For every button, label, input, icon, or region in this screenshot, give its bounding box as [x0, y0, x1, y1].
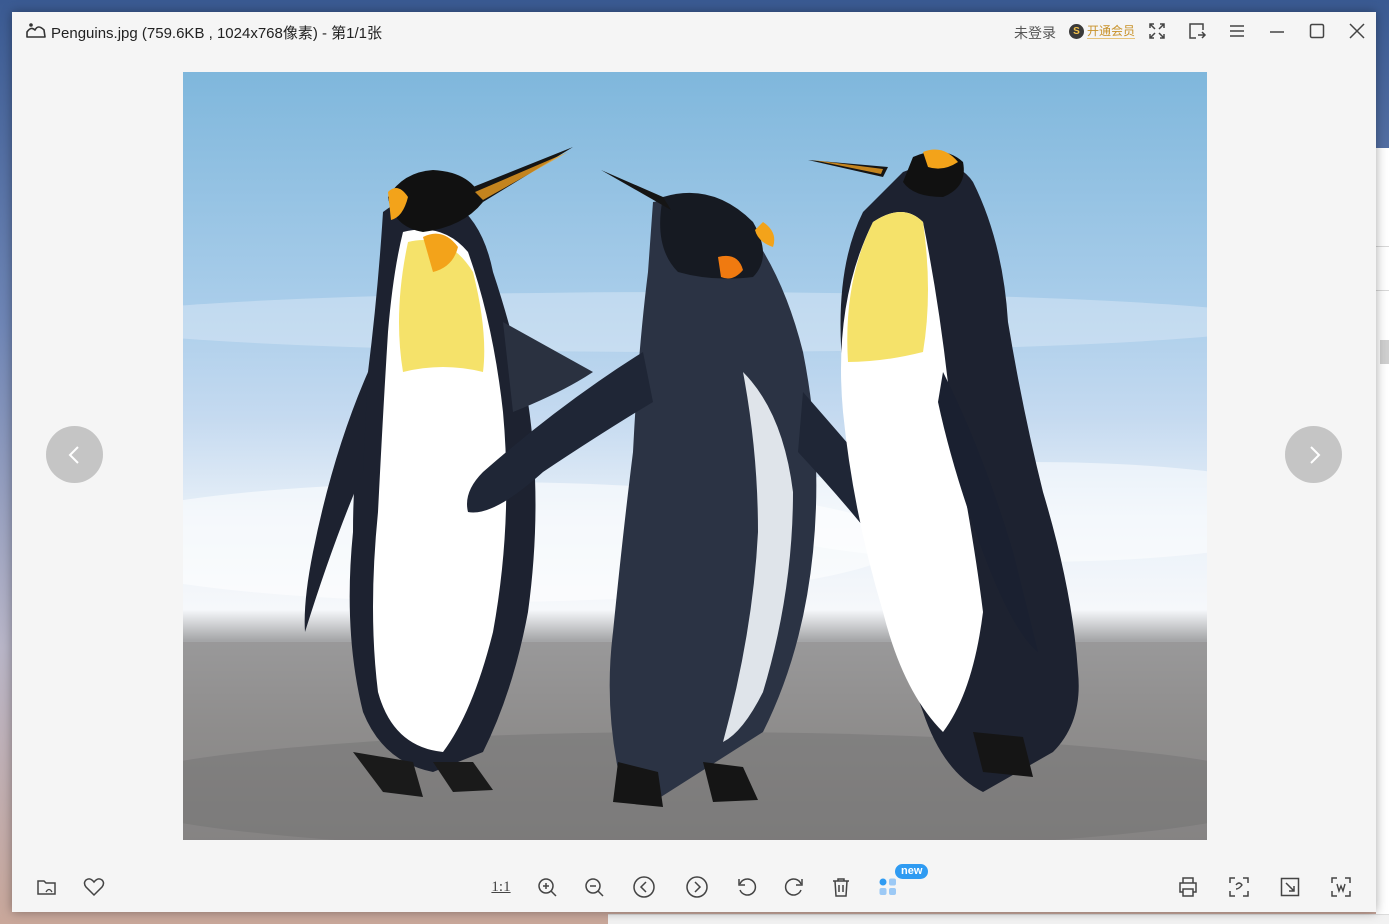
- next-image-button[interactable]: [1285, 426, 1342, 483]
- screenshot-button[interactable]: [1326, 872, 1356, 902]
- print-icon: [1179, 877, 1197, 897]
- previous-icon: [633, 876, 655, 898]
- desktop-background-right: [1376, 148, 1389, 918]
- maximize-icon: [1309, 23, 1325, 39]
- maximize-button[interactable]: [1304, 18, 1330, 44]
- ocr-scan-button[interactable]: [1224, 872, 1254, 902]
- open-with-icon: [1189, 23, 1207, 39]
- chevron-right-icon: [1309, 445, 1320, 464]
- window-title: Penguins.jpg (759.6KB , 1024x768像素) - 第1…: [51, 25, 383, 42]
- minimize-icon: [1270, 31, 1284, 33]
- vip-label: 开通会员: [1087, 23, 1136, 39]
- next-button[interactable]: [682, 872, 712, 902]
- open-folder-button[interactable]: [32, 872, 62, 902]
- ocr-scan-icon: [1229, 877, 1249, 897]
- open-with-button[interactable]: [1184, 18, 1210, 44]
- vip-badge-icon: S: [1069, 23, 1084, 39]
- zoom-out-button[interactable]: [579, 872, 609, 902]
- close-icon: [1349, 23, 1365, 39]
- menu-button[interactable]: [1224, 18, 1250, 44]
- image-viewer-window: Penguins.jpg (759.6KB , 1024x768像素) - 第1…: [12, 12, 1376, 912]
- screenshot-icon: [1331, 877, 1351, 897]
- desktop-background-bottom: [608, 914, 1389, 924]
- zoom-in-button[interactable]: [532, 872, 562, 902]
- zoom-out-icon: [585, 878, 604, 897]
- fullscreen-icon: [1149, 23, 1165, 39]
- open-folder-icon: [37, 880, 56, 895]
- menu-icon: [1230, 25, 1244, 37]
- next-icon: [686, 876, 708, 898]
- new-badge: new: [895, 864, 929, 879]
- favorite-button[interactable]: [79, 872, 109, 902]
- minimize-button[interactable]: [1264, 18, 1290, 44]
- app-logo-icon: [25, 20, 47, 40]
- bottom-toolbar: 1:1 new: [12, 864, 1376, 908]
- chevron-left-icon: [68, 445, 79, 464]
- actual-size-label: 1:1: [491, 878, 511, 895]
- login-status-link[interactable]: 未登录: [1014, 23, 1056, 43]
- zoom-in-icon: [538, 878, 557, 897]
- previous-image-button[interactable]: [46, 426, 103, 483]
- print-button[interactable]: [1173, 872, 1203, 902]
- close-button[interactable]: [1344, 18, 1370, 44]
- actual-size-button[interactable]: 1:1: [486, 872, 516, 902]
- rotate-right-icon: [784, 878, 803, 896]
- fullscreen-button[interactable]: [1144, 18, 1170, 44]
- previous-button[interactable]: [629, 872, 659, 902]
- apps-grid-icon: [879, 878, 896, 895]
- delete-icon: [833, 878, 849, 897]
- favorite-heart-icon: [83, 878, 105, 897]
- rotate-right-button[interactable]: [779, 872, 809, 902]
- title-bar: Penguins.jpg (759.6KB , 1024x768像素) - 第1…: [12, 12, 1376, 50]
- vip-membership-button[interactable]: S 开通会员: [1069, 20, 1136, 42]
- rotate-left-icon: [738, 878, 757, 896]
- main-photo-penguins: [183, 72, 1207, 840]
- rotate-left-button[interactable]: [732, 872, 762, 902]
- crop-resize-button[interactable]: [1275, 872, 1305, 902]
- crop-resize-icon: [1280, 877, 1300, 897]
- delete-button[interactable]: [826, 872, 856, 902]
